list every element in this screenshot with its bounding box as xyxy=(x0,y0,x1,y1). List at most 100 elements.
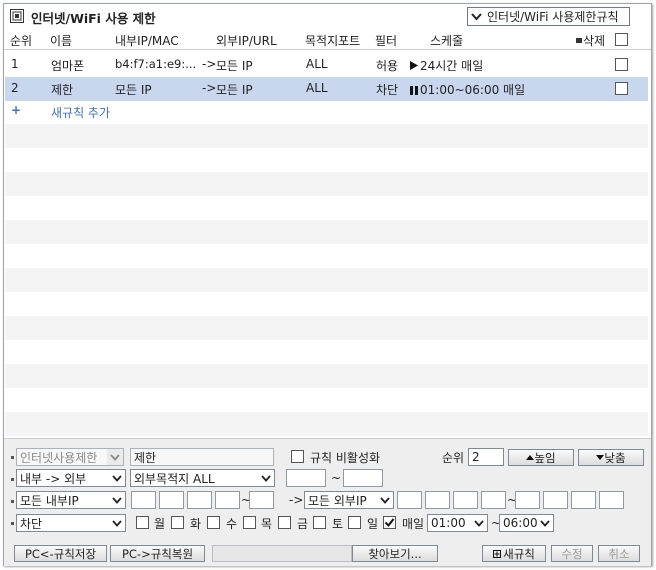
restore-rules-from-pc-button[interactable]: PC->규칙복원 xyxy=(110,545,205,562)
row-port: ALL xyxy=(306,57,328,71)
internal-ip-octet-3[interactable] xyxy=(187,491,212,509)
everyday-checkbox[interactable] xyxy=(383,516,396,529)
external-ip-end-octet-1[interactable] xyxy=(515,491,540,509)
table-row[interactable]: 2 제한 모든 IP -> 모든 IP ALL 차단 01:00~06:00 매… xyxy=(5,77,648,101)
day-sun-checkbox[interactable] xyxy=(348,516,361,529)
external-ip-octet-2[interactable] xyxy=(425,491,450,509)
raise-priority-label: 높임 xyxy=(534,450,556,465)
row-order: 2 xyxy=(11,81,19,95)
disable-rule-label: 규칙 비활성화 xyxy=(310,451,381,465)
rule-type-value: 인터넷/WiFi 사용제한규칙 xyxy=(487,10,619,24)
day-wed-label: 수 xyxy=(226,517,238,531)
triangle-down-icon xyxy=(596,455,605,460)
day-mon-checkbox[interactable] xyxy=(136,516,149,529)
day-fri-checkbox[interactable] xyxy=(278,516,291,529)
row-name: 엄마폰 xyxy=(51,59,85,73)
cancel-label: 취소 xyxy=(608,546,630,561)
action-select[interactable]: 차단 xyxy=(16,514,126,532)
day-wed-checkbox[interactable] xyxy=(207,516,220,529)
row-filter: 허용 xyxy=(376,59,399,73)
row-external: 모든 IP xyxy=(216,59,253,73)
restore-rules-label: PC->규칙복원 xyxy=(121,546,194,561)
rule-name-input[interactable]: 제한 xyxy=(130,448,274,466)
external-ip-octet-1[interactable] xyxy=(397,491,422,509)
row-external: 모든 IP xyxy=(216,83,253,97)
plus-icon: + xyxy=(11,103,22,117)
destination-select[interactable]: 외부목적지 ALL xyxy=(130,469,275,487)
port-start-input[interactable] xyxy=(286,469,326,487)
select-all-checkbox[interactable] xyxy=(615,33,628,46)
row-delete-checkbox[interactable] xyxy=(615,82,628,95)
start-time-select[interactable]: 01:00 xyxy=(427,514,488,532)
raise-priority-button[interactable]: 높임 xyxy=(508,449,574,466)
add-rule-row[interactable]: + 새규칙 추가 xyxy=(5,100,648,124)
external-ip-octet-3[interactable] xyxy=(453,491,478,509)
end-time-select[interactable]: 06:00 xyxy=(499,514,554,532)
external-arrow: -> xyxy=(289,493,304,507)
direction-select[interactable]: 내부 -> 외부 xyxy=(16,469,126,487)
play-icon xyxy=(410,59,418,73)
row-delete-checkbox[interactable] xyxy=(615,58,628,71)
day-fri-label: 금 xyxy=(297,517,309,531)
everyday-label: 매일 xyxy=(402,517,425,531)
internal-ip-octet-1[interactable] xyxy=(131,491,156,509)
row-internal: 모든 IP xyxy=(115,83,152,97)
end-time-value: 06:00 xyxy=(503,516,538,530)
pause-icon xyxy=(410,84,418,98)
rule-name-value: 제한 xyxy=(134,450,157,465)
chevron-down-icon xyxy=(468,8,484,25)
external-ip-end-octet-2[interactable] xyxy=(543,491,568,509)
lower-priority-button[interactable]: 낮춤 xyxy=(578,449,644,466)
port-end-input[interactable] xyxy=(343,469,383,487)
external-ip-select[interactable]: 모든 외부IP xyxy=(304,491,394,509)
chevron-down-icon xyxy=(109,492,125,508)
save-rules-label: PC<-규칙저장 xyxy=(24,546,97,561)
modify-button[interactable]: 수정 xyxy=(551,545,593,562)
external-ip-end-octet-3[interactable] xyxy=(571,491,596,509)
col-order: 순위 xyxy=(10,34,33,48)
external-ip-octet-4[interactable] xyxy=(481,491,506,509)
chevron-down-icon xyxy=(258,470,274,486)
priority-value: 2 xyxy=(472,450,480,464)
external-ip-end-octet-4[interactable] xyxy=(599,491,624,509)
direction-value: 내부 -> 외부 xyxy=(20,471,87,486)
internal-ip-select[interactable]: 모든 내부IP xyxy=(16,491,126,509)
priority-label: 순위 xyxy=(442,451,465,465)
day-thu-label: 목 xyxy=(261,517,273,531)
col-port: 목적지포트 xyxy=(305,34,361,48)
table-row[interactable]: 1 엄마폰 b4:f7:a1:e9:... -> 모든 IP ALL 허용 24… xyxy=(5,53,648,77)
col-internal: 내부IP/MAC xyxy=(115,34,179,48)
chevron-down-icon xyxy=(377,492,393,508)
window-title: 인터넷/WiFi 사용 제한 xyxy=(31,11,156,26)
lower-priority-label: 낮춤 xyxy=(604,450,626,465)
window-icon xyxy=(10,9,24,23)
save-rules-to-pc-button[interactable]: PC<-규칙저장 xyxy=(14,545,107,562)
arrow-right-icon: -> xyxy=(202,81,217,95)
type-select[interactable]: 인터넷사용제한 xyxy=(16,448,124,466)
browse-button[interactable]: 찾아보기... xyxy=(352,545,438,562)
internal-ip-value: 모든 내부IP xyxy=(20,493,79,508)
day-tue-label: 화 xyxy=(190,517,202,531)
day-sat-checkbox[interactable] xyxy=(313,516,326,529)
file-path-input[interactable] xyxy=(212,545,352,562)
row-port: ALL xyxy=(306,81,328,95)
internal-ip-octet-4[interactable] xyxy=(215,491,240,509)
destination-value: 외부목적지 ALL xyxy=(134,471,215,486)
day-sat-label: 토 xyxy=(332,517,344,531)
rule-type-select[interactable]: 인터넷/WiFi 사용제한규칙 xyxy=(467,7,630,26)
rule-window: 인터넷/WiFi 사용 제한 인터넷/WiFi 사용제한규칙 순위 이름 내부I… xyxy=(3,3,652,566)
disable-rule-checkbox[interactable] xyxy=(291,450,304,463)
col-schedule: 스케줄 xyxy=(430,34,464,48)
priority-input[interactable]: 2 xyxy=(468,448,504,466)
day-tue-checkbox[interactable] xyxy=(171,516,184,529)
internal-ip-end-input[interactable] xyxy=(249,491,274,509)
row-schedule: 01:00~06:00 매일 xyxy=(420,83,526,97)
internal-ip-octet-2[interactable] xyxy=(159,491,184,509)
day-thu-checkbox[interactable] xyxy=(243,516,256,529)
cancel-button[interactable]: 취소 xyxy=(598,545,640,562)
new-rule-button[interactable]: 새규칙 xyxy=(482,545,546,562)
plus-box-icon xyxy=(493,549,502,558)
add-rule-link[interactable]: 새규칙 추가 xyxy=(51,104,110,121)
new-rule-label: 새규칙 xyxy=(503,546,535,561)
arrow-right-icon: -> xyxy=(202,57,217,71)
